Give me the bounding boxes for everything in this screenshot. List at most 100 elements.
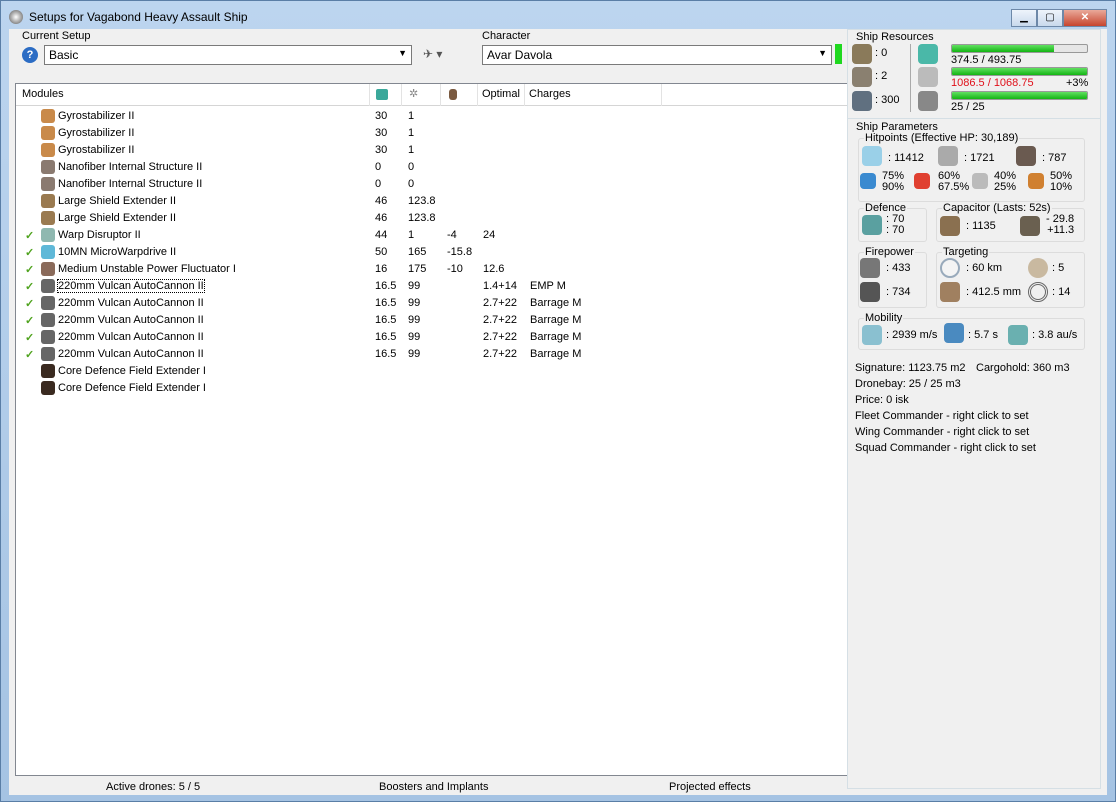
armor-hp: : 1721: [964, 152, 995, 164]
module-capacitor: -10: [447, 263, 463, 275]
explosive-resists: 50% 10%: [1050, 170, 1073, 193]
kinetic-resists: 40% 25%: [994, 170, 1017, 193]
active-check-icon[interactable]: ✓: [25, 331, 34, 344]
module-row[interactable]: ✓ Medium Unstable Power Fluctuator I 16 175…: [16, 261, 847, 278]
module-cpu: 16.5: [375, 331, 397, 343]
powergrid-icon[interactable]: ✲: [409, 87, 418, 100]
shield-extender-icon: [41, 194, 55, 208]
turret-hardpoints: : 0: [875, 47, 888, 59]
module-row[interactable]: Nanofiber Internal Structure II 0 0: [16, 176, 847, 193]
fleet-commander[interactable]: Fleet Commander - right click to set: [855, 410, 1029, 422]
module-row[interactable]: Large Shield Extender II 46 123.8: [16, 210, 847, 227]
shield-icon: [862, 146, 882, 166]
title-bar: Setups for Vagabond Heavy Assault Ship: [9, 7, 248, 27]
header-modules[interactable]: Modules: [22, 88, 64, 100]
module-powergrid: 1: [408, 144, 415, 156]
module-powergrid: 165: [408, 246, 427, 258]
active-check-icon[interactable]: ✓: [25, 229, 34, 242]
module-name: Core Defence Field Extender I: [58, 365, 206, 377]
drone-bandwidth-icon: [852, 91, 872, 111]
module-row[interactable]: Gyrostabilizer II 30 1: [16, 108, 847, 125]
drone-usage: 25 / 25: [951, 101, 985, 113]
cpu-bar: [951, 44, 1088, 53]
active-drones-tab[interactable]: Active drones: 5 / 5: [106, 781, 200, 793]
gyrostabilizer-icon: [41, 109, 55, 123]
max-targets-icon: [1028, 258, 1048, 278]
active-check-icon[interactable]: ✓: [25, 348, 34, 361]
boosters-implants-tab[interactable]: Boosters and Implants: [379, 781, 488, 793]
module-powergrid: 99: [408, 348, 421, 360]
signature: Signature: 1123.75 m2: [855, 362, 966, 374]
module-name: Large Shield Extender II: [58, 212, 177, 224]
targeting-range-icon: [940, 258, 960, 278]
module-name: 220mm Vulcan AutoCannon II: [58, 348, 204, 360]
gyrostabilizer-icon: [41, 126, 55, 140]
chevron-down-icon: ▼: [398, 48, 407, 58]
module-cpu: 16.5: [375, 280, 397, 292]
module-row[interactable]: ✓ 220mm Vulcan AutoCannon II 16.5 99 2.7+22 B…: [16, 329, 847, 346]
minimize-button[interactable]: ▁: [1011, 9, 1037, 27]
shield-hp: : 11412: [888, 152, 924, 164]
module-row[interactable]: Gyrostabilizer II 30 1: [16, 142, 847, 159]
capacitor-title: Capacitor (Lasts: 52s): [942, 202, 1052, 214]
module-name: 220mm Vulcan AutoCannon II: [58, 314, 204, 326]
active-check-icon[interactable]: ✓: [25, 280, 34, 293]
module-name: Medium Unstable Power Fluctuator I: [58, 263, 236, 275]
module-row[interactable]: Large Shield Extender II 46 123.8: [16, 193, 847, 210]
active-check-icon[interactable]: ✓: [25, 246, 34, 259]
module-charge: Barrage M: [530, 331, 582, 343]
character-label: Character: [482, 30, 531, 42]
module-row[interactable]: Core Defence Field Extender I: [16, 380, 847, 397]
module-row[interactable]: ✓ 220mm Vulcan AutoCannon II 16.5 99 1.4+14 E…: [16, 278, 847, 295]
sensor-strength: : 14: [1052, 286, 1071, 298]
wing-commander[interactable]: Wing Commander - right click to set: [855, 426, 1029, 438]
active-check-icon[interactable]: ✓: [25, 297, 34, 310]
em-resist-icon: [860, 173, 876, 189]
autocannon-icon: [41, 347, 55, 361]
module-row[interactable]: ✓ 220mm Vulcan AutoCannon II 16.5 99 2.7+22 B…: [16, 295, 847, 312]
module-row[interactable]: Gyrostabilizer II 30 1: [16, 125, 847, 142]
projected-effects-tab[interactable]: Projected effects: [669, 781, 751, 793]
module-charge: Barrage M: [530, 314, 582, 326]
module-cpu: 16: [375, 263, 388, 275]
character-value: Avar Davola: [487, 48, 553, 62]
cpu-icon[interactable]: [376, 89, 388, 100]
targeting-range: : 60 km: [966, 262, 1003, 274]
module-row[interactable]: ✓ 220mm Vulcan AutoCannon II 16.5 99 2.7+22 B…: [16, 346, 847, 363]
module-row[interactable]: Nanofiber Internal Structure II 0 0: [16, 159, 847, 176]
module-name: Gyrostabilizer II: [58, 144, 135, 156]
defence-values: : 70: 70: [886, 213, 905, 236]
header-charges[interactable]: Charges: [529, 88, 571, 100]
active-check-icon[interactable]: ✓: [25, 263, 34, 276]
structure-icon: [1016, 146, 1036, 166]
powergrid-icon: [918, 67, 938, 87]
module-row[interactable]: ✓ 10MN MicroWarpdrive II 50 165 -15.8: [16, 244, 847, 261]
help-icon[interactable]: ?: [22, 47, 38, 63]
capacitor-recharge-icon: [1020, 216, 1040, 236]
character-select[interactable]: Avar Davola ▼: [482, 45, 832, 65]
scan-resolution-icon: [940, 282, 960, 302]
maximize-button[interactable]: ▢: [1037, 9, 1063, 27]
capacitor-icon[interactable]: [449, 89, 457, 100]
firepower-title: Firepower: [864, 246, 915, 258]
module-row[interactable]: Core Defence Field Extender I: [16, 363, 847, 380]
close-button[interactable]: ✕: [1063, 9, 1107, 27]
module-charge: Barrage M: [530, 348, 582, 360]
squad-commander[interactable]: Squad Commander - right click to set: [855, 442, 1036, 454]
active-check-icon[interactable]: ✓: [25, 314, 34, 327]
module-row[interactable]: ✓ Warp Disruptor II 44 1 -4 24: [16, 227, 847, 244]
setup-select[interactable]: Basic ▼: [44, 45, 412, 65]
ship-menu-button[interactable]: ✈ ▾: [423, 47, 442, 61]
setup-value: Basic: [49, 48, 79, 62]
capacitor-delta: - 29.8 +11.3: [1046, 213, 1075, 236]
module-name: Core Defence Field Extender I: [58, 382, 206, 394]
powergrid-bar: [951, 67, 1088, 76]
modules-list[interactable]: Modules ✲ Optimal Charges Gyrostabilizer…: [15, 83, 848, 776]
module-cpu: 0: [375, 178, 382, 190]
autocannon-icon: [41, 330, 55, 344]
align-time-icon: [944, 323, 964, 343]
header-optimal[interactable]: Optimal: [482, 88, 520, 100]
module-row[interactable]: ✓ 220mm Vulcan AutoCannon II 16.5 99 2.7+22 B…: [16, 312, 847, 329]
max-velocity: : 2939 m/s: [886, 329, 938, 341]
module-cpu: 50: [375, 246, 388, 258]
